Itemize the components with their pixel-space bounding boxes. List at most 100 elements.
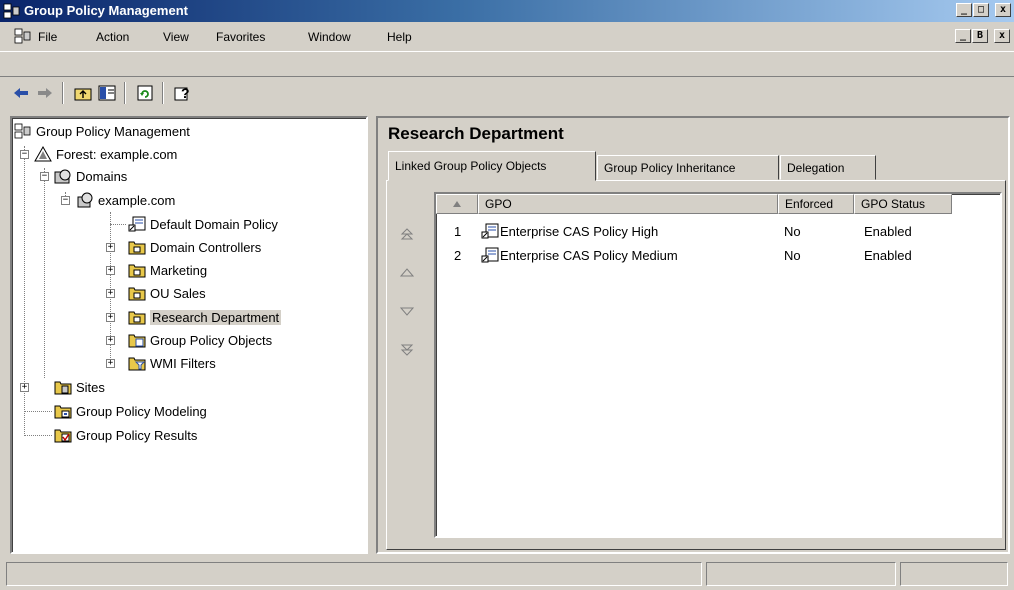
child-restore-button[interactable]: B [972,29,988,43]
forward-icon [38,88,52,98]
close-button[interactable]: x [995,3,1011,17]
tree-item-label: Group Policy Modeling [76,403,207,419]
menu-action[interactable]: Action [96,30,129,44]
tree-item-gpmc-root[interactable]: Group Policy Management [14,120,190,142]
move-down-icon [400,307,414,316]
tree-item-group-policy-modeling[interactable]: Group Policy Modeling [54,400,207,422]
tree-item-sites[interactable]: Sites [54,376,105,398]
gpo-link-icon [481,247,499,263]
expand-toggle[interactable]: + [106,266,115,275]
details-title: Research Department [388,124,564,143]
tree-item-domain-controllers[interactable]: Domain Controllers [128,236,261,258]
child-minimize-button[interactable]: _ [955,29,971,43]
ou-folder-icon [128,287,146,301]
tree-item-example-com[interactable]: example.com [76,189,175,211]
tree-item-label: Group Policy Objects [150,332,273,348]
gpo-link-icon [481,223,499,239]
move-to-top-button[interactable] [396,224,418,244]
tree-line [110,224,126,225]
menu-window[interactable]: Window [308,30,351,44]
tree-item-group-policy-objects[interactable]: Group Policy Objects [128,329,272,351]
tree-item-label: Default Domain Policy [150,216,278,232]
svg-text:?: ? [181,85,190,101]
tree-item-label: Domains [76,168,128,184]
wmi-filters-icon [128,357,146,371]
show-hide-tree-button[interactable] [96,83,118,103]
column-header-enforced[interactable]: Enforced [778,194,854,214]
tree-item-marketing[interactable]: Marketing [128,259,207,281]
menu-bar [0,22,1014,52]
move-up-icon [400,268,414,277]
tree-item-label: Sites [76,379,105,395]
status-pane-main [6,562,702,586]
tree-item-default-domain-policy[interactable]: Default Domain Policy [128,213,278,235]
move-down-button[interactable] [396,302,418,322]
collapse-toggle[interactable]: − [61,196,70,205]
maximize-button[interactable]: □ [973,3,989,17]
refresh-button[interactable] [134,83,156,103]
expand-toggle[interactable]: + [106,313,115,322]
window-title: Group Policy Management [24,3,188,18]
tree-item-domains[interactable]: Domains [54,165,127,187]
help-button[interactable]: ? [172,83,194,103]
tree-line [24,435,52,436]
list-header: GPO Enforced GPO Status [436,194,1000,214]
domain-icon [77,192,93,208]
menu-view[interactable]: View [163,30,189,44]
expand-toggle[interactable]: + [106,289,115,298]
status-pane-2 [706,562,896,586]
enforced-cell: No [784,223,801,239]
gpo-status-cell: Enabled [864,247,912,263]
tree-line [24,146,25,436]
back-icon [14,88,28,98]
gpo-name: Enterprise CAS Policy High [500,223,659,239]
title-bar[interactable]: Group Policy Management _ □ x [0,0,1014,22]
up-level-button[interactable] [72,83,94,103]
tab-linked-gpos[interactable]: Linked Group Policy Objects [388,151,596,181]
tree-item-wmi-filters[interactable]: WMI Filters [128,352,216,374]
sites-icon [54,381,72,395]
help-icon: ? [174,85,190,101]
tree-item-group-policy-results[interactable]: Group Policy Results [54,424,197,446]
expand-toggle[interactable]: + [20,383,29,392]
tab-delegation[interactable]: Delegation [780,155,876,180]
tree-item-label: Research Department [150,309,282,325]
column-header-gpo-status[interactable]: GPO Status [854,194,952,214]
tab-gp-inheritance[interactable]: Group Policy Inheritance [597,155,779,180]
expand-toggle[interactable]: + [106,359,115,368]
tree-item-label: Group Policy Results [76,427,198,443]
app-window: Group Policy Management _ □ x File Actio… [0,0,1014,590]
move-bottom-icon [400,344,414,356]
toolbar-separator-2 [124,82,126,104]
gpo-cell: Enterprise CAS Policy Medium [480,247,780,263]
tree-item-ou-sales[interactable]: OU Sales [128,282,206,304]
collapse-toggle[interactable]: − [40,172,49,181]
child-close-button[interactable]: x [994,29,1010,43]
back-button[interactable] [10,83,32,103]
menu-favorites[interactable]: Favorites [216,30,265,44]
show-hide-tree-icon [98,85,116,101]
gpo-link-icon [128,216,146,232]
table-row[interactable]: 1 Enterprise CAS Policy High No Enabled [440,220,998,242]
expand-toggle[interactable]: + [106,336,115,345]
collapse-toggle[interactable]: − [20,150,29,159]
expand-toggle[interactable]: + [106,243,115,252]
ou-folder-icon [128,264,146,278]
domains-icon [54,169,71,184]
enforced-cell: No [784,247,801,263]
tree-item-label: example.com [98,192,176,208]
refresh-icon [137,85,153,101]
column-header-link-order[interactable] [436,194,478,214]
move-up-button[interactable] [396,262,418,282]
tree-item-forest[interactable]: Forest: example.com [34,143,177,165]
sort-ascending-icon [453,201,461,207]
column-header-gpo[interactable]: GPO [478,194,778,214]
menu-help[interactable]: Help [387,30,412,44]
move-to-bottom-button[interactable] [396,340,418,360]
forward-button[interactable] [34,83,56,103]
minimize-button[interactable]: _ [956,3,972,17]
table-row[interactable]: 2 Enterprise CAS Policy Medium No Enable… [440,244,998,266]
menu-file[interactable]: File [38,30,57,44]
toolbar-separator-3 [162,82,164,104]
tree-item-research-department[interactable]: Research Department [128,306,282,328]
